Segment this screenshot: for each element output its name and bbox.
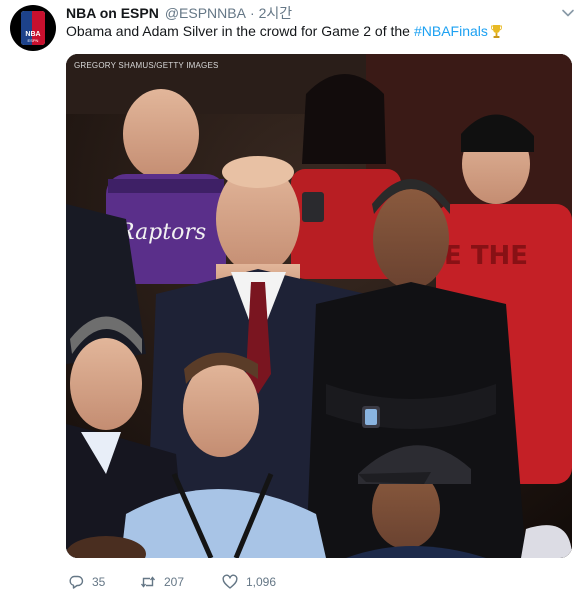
reply-icon (69, 575, 84, 589)
photo-credit: GREGORY SHAMUS/GETTY IMAGES (74, 61, 219, 70)
reply-button[interactable]: 35 (68, 574, 140, 590)
retweet-icon (140, 576, 156, 588)
like-count: 1,096 (246, 575, 277, 589)
nba-espn-logo: NBA ESPN (21, 11, 45, 45)
timestamp[interactable]: 2시간 (259, 3, 293, 23)
svg-text:Raptors: Raptors (117, 220, 206, 245)
reply-count: 35 (92, 575, 106, 589)
tweet-header: NBA on ESPN @ESPNNBA · 2시간 (66, 3, 292, 23)
separator-dot: · (249, 5, 255, 21)
tweet-actions: 35 207 1,096 (68, 572, 312, 592)
tweet-text: Obama and Adam Silver in the crowd for G… (66, 23, 502, 39)
logo-sub: ESPN (27, 38, 39, 43)
crowd-photo: Raptors E THE (66, 54, 572, 558)
display-name[interactable]: NBA on ESPN (66, 5, 159, 21)
profile-avatar[interactable]: NBA ESPN (10, 5, 56, 51)
chevron-down-icon[interactable] (561, 6, 575, 20)
tweet-body: Obama and Adam Silver in the crowd for G… (66, 23, 410, 39)
logo-text: NBA (25, 31, 41, 38)
user-handle[interactable]: @ESPNNBA (165, 5, 246, 21)
retweet-button[interactable]: 207 (140, 574, 222, 590)
hashtag-link[interactable]: #NBAFinals (414, 23, 488, 39)
like-button[interactable]: 1,096 (222, 574, 312, 590)
retweet-count: 207 (164, 575, 185, 589)
heart-icon (222, 574, 238, 589)
tweet-photo[interactable]: Raptors E THE GREGORY SHAMUS/GETTY IMAGE… (66, 54, 572, 558)
trophy-icon (491, 24, 502, 38)
svg-text:E THE: E THE (444, 241, 528, 271)
